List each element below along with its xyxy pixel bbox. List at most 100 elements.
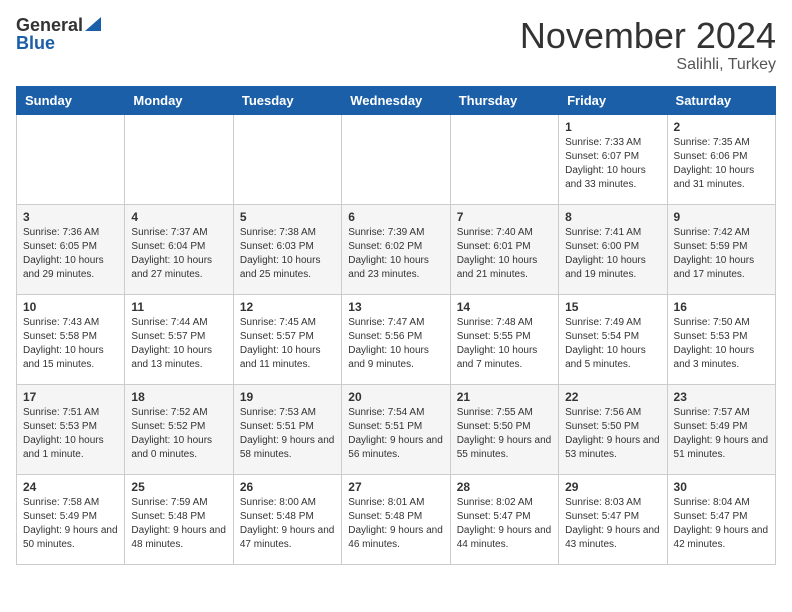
calendar-week-row: 3 Sunrise: 7:36 AM Sunset: 6:05 PM Daylig… bbox=[17, 204, 776, 294]
logo-triangle-icon bbox=[85, 17, 101, 31]
calendar-cell bbox=[450, 114, 558, 204]
day-number: 4 bbox=[131, 210, 226, 224]
logo-general: General bbox=[16, 16, 83, 34]
day-info: Sunrise: 7:41 AM Sunset: 6:00 PM Dayligh… bbox=[565, 226, 660, 282]
day-info: Sunrise: 8:00 AM Sunset: 5:48 PM Dayligh… bbox=[240, 496, 335, 552]
day-number: 11 bbox=[131, 300, 226, 314]
calendar-cell: 24 Sunrise: 7:58 AM Sunset: 5:49 PM Dayli… bbox=[17, 474, 125, 564]
calendar-table: SundayMondayTuesdayWednesdayThursdayFrid… bbox=[16, 86, 776, 565]
calendar-cell: 15Sunrise: 7:49 AM Sunset: 5:54 PM Dayli… bbox=[559, 294, 667, 384]
calendar-cell: 30 Sunrise: 8:04 AM Sunset: 5:47 PM Dayli… bbox=[667, 474, 775, 564]
day-number: 18 bbox=[131, 390, 226, 404]
calendar-cell: 10Sunrise: 7:43 AM Sunset: 5:58 PM Dayli… bbox=[17, 294, 125, 384]
day-info: Sunrise: 7:50 AM Sunset: 5:53 PM Dayligh… bbox=[674, 316, 769, 372]
day-number: 20 bbox=[348, 390, 443, 404]
day-info: Sunrise: 7:39 AM Sunset: 6:02 PM Dayligh… bbox=[348, 226, 443, 282]
calendar-cell bbox=[125, 114, 233, 204]
weekday-header-tuesday: Tuesday bbox=[233, 86, 341, 114]
day-number: 14 bbox=[457, 300, 552, 314]
day-number: 22 bbox=[565, 390, 660, 404]
day-info: Sunrise: 7:48 AM Sunset: 5:55 PM Dayligh… bbox=[457, 316, 552, 372]
calendar-cell bbox=[233, 114, 341, 204]
day-number: 13 bbox=[348, 300, 443, 314]
calendar-cell: 3 Sunrise: 7:36 AM Sunset: 6:05 PM Daylig… bbox=[17, 204, 125, 294]
day-info: Sunrise: 7:37 AM Sunset: 6:04 PM Dayligh… bbox=[131, 226, 226, 282]
calendar-cell: 22 Sunrise: 7:56 AM Sunset: 5:50 PM Dayli… bbox=[559, 384, 667, 474]
day-number: 15 bbox=[565, 300, 660, 314]
weekday-header-sunday: Sunday bbox=[17, 86, 125, 114]
calendar-cell: 11 Sunrise: 7:44 AM Sunset: 5:57 PM Dayli… bbox=[125, 294, 233, 384]
day-info: Sunrise: 7:54 AM Sunset: 5:51 PM Dayligh… bbox=[348, 406, 443, 462]
day-number: 29 bbox=[565, 480, 660, 494]
weekday-header-monday: Monday bbox=[125, 86, 233, 114]
calendar-cell bbox=[17, 114, 125, 204]
day-info: Sunrise: 7:45 AM Sunset: 5:57 PM Dayligh… bbox=[240, 316, 335, 372]
day-info: Sunrise: 7:51 AM Sunset: 5:53 PM Dayligh… bbox=[23, 406, 118, 462]
day-number: 2 bbox=[674, 120, 769, 134]
calendar-cell: 17 Sunrise: 7:51 AM Sunset: 5:53 PM Dayli… bbox=[17, 384, 125, 474]
day-number: 25 bbox=[131, 480, 226, 494]
weekday-header-friday: Friday bbox=[559, 86, 667, 114]
day-number: 17 bbox=[23, 390, 118, 404]
calendar-cell: 1Sunrise: 7:33 AM Sunset: 6:07 PM Daylig… bbox=[559, 114, 667, 204]
calendar-cell: 16 Sunrise: 7:50 AM Sunset: 5:53 PM Dayli… bbox=[667, 294, 775, 384]
weekday-header-saturday: Saturday bbox=[667, 86, 775, 114]
day-number: 8 bbox=[565, 210, 660, 224]
day-info: Sunrise: 8:04 AM Sunset: 5:47 PM Dayligh… bbox=[674, 496, 769, 552]
day-number: 9 bbox=[674, 210, 769, 224]
day-number: 16 bbox=[674, 300, 769, 314]
logo: General Blue bbox=[16, 16, 101, 52]
calendar-cell: 2 Sunrise: 7:35 AM Sunset: 6:06 PM Daylig… bbox=[667, 114, 775, 204]
day-number: 12 bbox=[240, 300, 335, 314]
calendar-cell: 13Sunrise: 7:47 AM Sunset: 5:56 PM Dayli… bbox=[342, 294, 450, 384]
day-number: 24 bbox=[23, 480, 118, 494]
calendar-cell: 6 Sunrise: 7:39 AM Sunset: 6:02 PM Daylig… bbox=[342, 204, 450, 294]
day-number: 28 bbox=[457, 480, 552, 494]
day-info: Sunrise: 7:35 AM Sunset: 6:06 PM Dayligh… bbox=[674, 136, 769, 192]
weekday-header-thursday: Thursday bbox=[450, 86, 558, 114]
day-number: 26 bbox=[240, 480, 335, 494]
calendar-cell bbox=[342, 114, 450, 204]
day-number: 3 bbox=[23, 210, 118, 224]
day-info: Sunrise: 8:02 AM Sunset: 5:47 PM Dayligh… bbox=[457, 496, 552, 552]
title-area: November 2024 Salihli, Turkey bbox=[520, 16, 776, 74]
day-info: Sunrise: 7:52 AM Sunset: 5:52 PM Dayligh… bbox=[131, 406, 226, 462]
day-info: Sunrise: 7:53 AM Sunset: 5:51 PM Dayligh… bbox=[240, 406, 335, 462]
day-info: Sunrise: 7:42 AM Sunset: 5:59 PM Dayligh… bbox=[674, 226, 769, 282]
day-info: Sunrise: 7:40 AM Sunset: 6:01 PM Dayligh… bbox=[457, 226, 552, 282]
day-info: Sunrise: 8:03 AM Sunset: 5:47 PM Dayligh… bbox=[565, 496, 660, 552]
day-info: Sunrise: 7:57 AM Sunset: 5:49 PM Dayligh… bbox=[674, 406, 769, 462]
day-info: Sunrise: 7:43 AM Sunset: 5:58 PM Dayligh… bbox=[23, 316, 118, 372]
day-number: 30 bbox=[674, 480, 769, 494]
page-header: General Blue November 2024 Salihli, Turk… bbox=[16, 16, 776, 74]
day-number: 21 bbox=[457, 390, 552, 404]
day-number: 19 bbox=[240, 390, 335, 404]
calendar-cell: 9 Sunrise: 7:42 AM Sunset: 5:59 PM Daylig… bbox=[667, 204, 775, 294]
weekday-header-wednesday: Wednesday bbox=[342, 86, 450, 114]
calendar-cell: 7 Sunrise: 7:40 AM Sunset: 6:01 PM Daylig… bbox=[450, 204, 558, 294]
day-info: Sunrise: 7:58 AM Sunset: 5:49 PM Dayligh… bbox=[23, 496, 118, 552]
calendar-cell: 23 Sunrise: 7:57 AM Sunset: 5:49 PM Dayli… bbox=[667, 384, 775, 474]
day-info: Sunrise: 7:36 AM Sunset: 6:05 PM Dayligh… bbox=[23, 226, 118, 282]
day-info: Sunrise: 7:56 AM Sunset: 5:50 PM Dayligh… bbox=[565, 406, 660, 462]
month-title: November 2024 bbox=[520, 16, 776, 56]
day-info: Sunrise: 7:55 AM Sunset: 5:50 PM Dayligh… bbox=[457, 406, 552, 462]
day-info: Sunrise: 7:38 AM Sunset: 6:03 PM Dayligh… bbox=[240, 226, 335, 282]
logo-blue: Blue bbox=[16, 34, 55, 52]
day-number: 6 bbox=[348, 210, 443, 224]
calendar-cell: 21 Sunrise: 7:55 AM Sunset: 5:50 PM Dayli… bbox=[450, 384, 558, 474]
calendar-week-row: 10Sunrise: 7:43 AM Sunset: 5:58 PM Dayli… bbox=[17, 294, 776, 384]
calendar-cell: 25Sunrise: 7:59 AM Sunset: 5:48 PM Dayli… bbox=[125, 474, 233, 564]
day-number: 23 bbox=[674, 390, 769, 404]
calendar-week-row: 24 Sunrise: 7:58 AM Sunset: 5:49 PM Dayli… bbox=[17, 474, 776, 564]
day-number: 1 bbox=[565, 120, 660, 134]
calendar-cell: 8 Sunrise: 7:41 AM Sunset: 6:00 PM Daylig… bbox=[559, 204, 667, 294]
calendar-cell: 5Sunrise: 7:38 AM Sunset: 6:03 PM Daylig… bbox=[233, 204, 341, 294]
calendar-cell: 14 Sunrise: 7:48 AM Sunset: 5:55 PM Dayli… bbox=[450, 294, 558, 384]
calendar-cell: 29 Sunrise: 8:03 AM Sunset: 5:47 PM Dayli… bbox=[559, 474, 667, 564]
calendar-cell: 4 Sunrise: 7:37 AM Sunset: 6:04 PM Daylig… bbox=[125, 204, 233, 294]
day-number: 7 bbox=[457, 210, 552, 224]
location: Salihli, Turkey bbox=[520, 56, 776, 74]
weekday-header-row: SundayMondayTuesdayWednesdayThursdayFrid… bbox=[17, 86, 776, 114]
day-info: Sunrise: 7:44 AM Sunset: 5:57 PM Dayligh… bbox=[131, 316, 226, 372]
